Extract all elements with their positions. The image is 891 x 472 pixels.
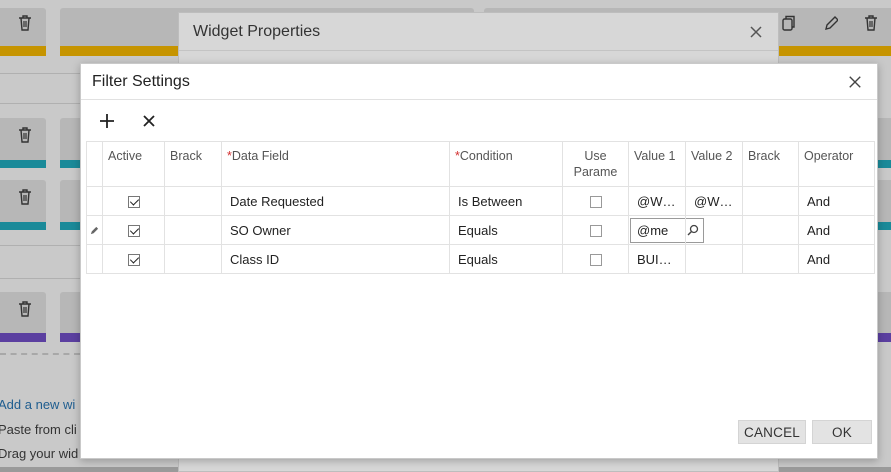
- data-field-cell[interactable]: Class ID: [221, 244, 450, 274]
- close-bracket-cell[interactable]: [742, 215, 799, 245]
- cancel-button[interactable]: CANCEL: [738, 420, 806, 444]
- drop-zone-border: [0, 353, 80, 355]
- row-selector-header: [86, 141, 103, 187]
- trash-icon: [865, 15, 877, 31]
- condition-cell[interactable]: Equals: [449, 244, 563, 274]
- column-header-label: Value 1: [634, 149, 676, 163]
- active-cell[interactable]: [102, 244, 165, 274]
- open-bracket-cell[interactable]: [164, 244, 222, 274]
- ok-button[interactable]: OK: [812, 420, 872, 444]
- open-bracket-cell[interactable]: [164, 186, 222, 216]
- value1-cell[interactable]: @me: [628, 215, 704, 245]
- filter-settings-close-button[interactable]: [847, 74, 863, 90]
- use-parameter-cell[interactable]: [562, 244, 629, 274]
- column-header-value1[interactable]: Value 1: [628, 141, 686, 187]
- operator-cell[interactable]: And: [798, 186, 875, 216]
- add-row-button[interactable]: [97, 111, 117, 131]
- data-field-cell[interactable]: Date Requested: [221, 186, 450, 216]
- column-header-condition[interactable]: *Condition: [449, 141, 563, 187]
- trash-icon: [19, 301, 31, 317]
- copy-icon: [782, 15, 795, 31]
- active-cell[interactable]: [102, 186, 165, 216]
- active-checkbox[interactable]: [127, 196, 140, 209]
- use-parameter-cell[interactable]: [562, 215, 629, 245]
- section-divider: [0, 103, 80, 104]
- plus-icon: [100, 114, 114, 128]
- column-header-label: Data Field: [231, 149, 289, 163]
- active-cell[interactable]: [102, 215, 165, 245]
- column-header-close-bracket[interactable]: Brack: [742, 141, 799, 187]
- column-header-operator[interactable]: Operator: [798, 141, 875, 187]
- delete-row-button[interactable]: [139, 111, 159, 131]
- column-header-value2[interactable]: Value 2: [685, 141, 743, 187]
- widget-properties-title: Widget Properties: [193, 22, 321, 40]
- section-divider: [0, 278, 80, 279]
- column-header-data-field[interactable]: *Data Field: [221, 141, 450, 187]
- filter-toolbar: [81, 100, 877, 142]
- active-checkbox[interactable]: [127, 254, 140, 267]
- column-header-open-bracket[interactable]: Brack: [164, 141, 222, 187]
- trash-icon: [19, 15, 31, 31]
- filter-settings-title: Filter Settings: [92, 72, 190, 90]
- operator-cell[interactable]: And: [798, 244, 875, 274]
- table-row[interactable]: Date Requested Is Between @W… @W… And: [86, 186, 875, 216]
- close-bracket-cell[interactable]: [742, 186, 799, 216]
- filter-grid: Active Brack *Data Field *Condition Use …: [86, 141, 875, 274]
- condition-cell[interactable]: Equals: [449, 215, 563, 245]
- drag-text: Drag your wid: [0, 446, 79, 461]
- row-selector[interactable]: [86, 215, 103, 245]
- data-field-cell[interactable]: SO Owner: [221, 215, 450, 245]
- column-header-label: Condition: [459, 149, 513, 163]
- table-row[interactable]: SO Owner Equals @me And: [86, 215, 875, 245]
- trash-icon: [19, 189, 31, 205]
- row-selector[interactable]: [86, 186, 103, 216]
- dashboard-tile-bar: [0, 160, 46, 168]
- column-header-use-parameter[interactable]: Use Parame: [562, 141, 629, 187]
- value2-cell[interactable]: [685, 244, 743, 274]
- close-bracket-cell[interactable]: [742, 244, 799, 274]
- section-divider: [0, 73, 80, 74]
- use-parameter-checkbox[interactable]: [589, 225, 602, 238]
- condition-cell[interactable]: Is Between: [449, 186, 563, 216]
- use-parameter-checkbox[interactable]: [589, 196, 602, 209]
- column-header-label: Value 2: [691, 149, 733, 163]
- grid-header-row: Active Brack *Data Field *Condition Use …: [86, 141, 875, 187]
- use-parameter-cell[interactable]: [562, 186, 629, 216]
- pencil-icon: [90, 226, 99, 234]
- widget-properties-close-button[interactable]: [748, 24, 764, 40]
- table-row[interactable]: Class ID Equals BUI… And: [86, 244, 875, 274]
- filter-settings-dialog: Filter Settings Active Brack *Data Field…: [80, 63, 878, 459]
- section-divider: [0, 245, 80, 246]
- active-checkbox[interactable]: [127, 225, 140, 238]
- value2-cell[interactable]: @W…: [685, 186, 743, 216]
- use-parameter-checkbox[interactable]: [589, 254, 602, 267]
- value1-input-text: @me: [637, 222, 669, 238]
- row-selector[interactable]: [86, 244, 103, 274]
- search-icon[interactable]: [687, 224, 699, 236]
- column-header-label: Brack: [170, 149, 202, 163]
- dashboard-tile-bar: [0, 222, 46, 230]
- column-header-active[interactable]: Active: [102, 141, 165, 187]
- column-header-label: Use Parame: [573, 149, 618, 179]
- trash-icon: [19, 127, 31, 143]
- open-bracket-cell[interactable]: [164, 215, 222, 245]
- operator-cell[interactable]: And: [798, 215, 875, 245]
- value1-cell[interactable]: BUI…: [628, 244, 686, 274]
- close-icon: [849, 75, 861, 88]
- x-icon: [143, 115, 155, 127]
- widget-properties-header: Widget Properties: [179, 13, 778, 51]
- close-icon: [750, 25, 762, 38]
- add-widget-link[interactable]: Add a new wi: [0, 397, 75, 412]
- column-header-label: Brack: [748, 149, 780, 163]
- filter-settings-header: Filter Settings: [81, 64, 877, 100]
- dashboard-tile-bar: [0, 46, 46, 56]
- value1-cell[interactable]: @W…: [628, 186, 686, 216]
- dialog-footer: CANCEL OK: [738, 420, 872, 444]
- dashboard-tile-bar: [0, 333, 46, 342]
- column-header-label: Operator: [804, 149, 854, 163]
- column-header-label: Active: [108, 149, 143, 163]
- paste-text: Paste from cli: [0, 422, 77, 437]
- edit-icon: [825, 16, 838, 30]
